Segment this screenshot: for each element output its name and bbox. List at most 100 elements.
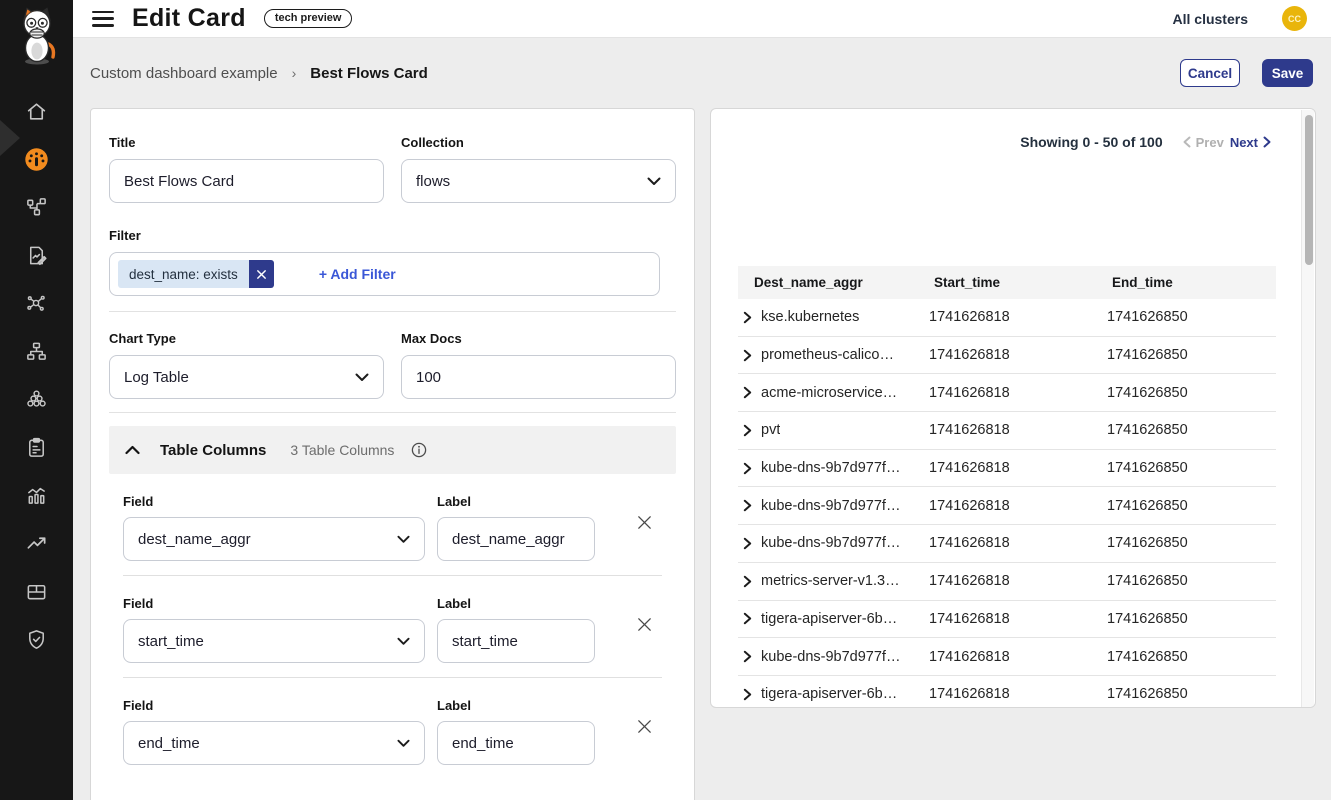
sidebar-item-clusters[interactable] — [0, 375, 73, 423]
field-label: Field — [123, 698, 425, 713]
column-label-input[interactable] — [437, 517, 595, 561]
expand-row-chevron-icon[interactable] — [743, 424, 752, 437]
user-avatar[interactable]: CC — [1282, 6, 1307, 31]
table-row[interactable]: kse.kubernetes 1741626818 1741626850 — [738, 299, 1276, 337]
calico-cat-logo[interactable] — [14, 6, 60, 71]
cell-start-time: 1741626818 — [923, 460, 1101, 476]
home-icon — [25, 100, 48, 123]
table-row[interactable]: kube-dns-9b7d977f… 1741626818 1741626850 — [738, 450, 1276, 488]
expand-row-chevron-icon[interactable] — [743, 499, 752, 512]
expand-row-chevron-icon[interactable] — [743, 575, 752, 588]
document-edit-icon — [25, 244, 48, 267]
remove-filter-icon[interactable] — [249, 260, 274, 288]
table-row[interactable]: tigera-apiserver-6b… 1741626818 17416268… — [738, 601, 1276, 639]
sidebar-item-policies[interactable] — [0, 231, 73, 279]
table-row[interactable]: kube-dns-9b7d977f… 1741626818 1741626850 — [738, 525, 1276, 563]
table-row[interactable]: tigera-apiserver-6b… 1741626818 17416268… — [738, 676, 1276, 708]
cell-end-time: 1741626850 — [1101, 422, 1276, 438]
sidebar-item-compliance[interactable] — [0, 423, 73, 471]
collection-label: Collection — [401, 135, 676, 150]
field-label: Field — [123, 596, 425, 611]
expand-row-chevron-icon[interactable] — [743, 688, 752, 701]
sidebar-item-trends[interactable] — [0, 519, 73, 567]
field-select[interactable]: end_time — [123, 721, 425, 765]
cell-dest-name-aggr: prometheus-calico… — [761, 347, 894, 363]
chart-type-select[interactable]: Log Table — [109, 355, 384, 399]
expand-row-chevron-icon[interactable] — [743, 462, 752, 475]
table-columns-section-header[interactable]: Table Columns 3 Table Columns — [109, 426, 676, 474]
table-column-rows: Field dest_name_aggr Label — [91, 474, 694, 779]
collapse-chevron-icon[interactable] — [125, 445, 140, 455]
sidebar-item-security[interactable] — [0, 615, 73, 663]
sidebar-item-endpoints[interactable] — [0, 279, 73, 327]
cell-start-time: 1741626818 — [923, 347, 1101, 363]
cell-end-time: 1741626850 — [1101, 498, 1276, 514]
chevron-down-icon — [647, 173, 661, 190]
vertical-scrollbar[interactable] — [1301, 110, 1314, 708]
expand-row-chevron-icon[interactable] — [743, 650, 752, 663]
save-button[interactable]: Save — [1262, 59, 1313, 87]
max-docs-input[interactable] — [401, 355, 676, 399]
info-icon[interactable] — [411, 442, 427, 458]
cell-start-time: 1741626818 — [923, 686, 1101, 702]
field-value: start_time — [138, 633, 204, 650]
analytics-chart-icon — [25, 484, 48, 507]
sidebar-item-dashboards[interactable] — [0, 135, 73, 183]
trending-arrow-icon — [25, 532, 48, 555]
prev-page-button[interactable]: Prev — [1183, 135, 1224, 150]
field-value: end_time — [138, 735, 200, 752]
table-row[interactable]: acme-microservice… 1741626818 1741626850 — [738, 374, 1276, 412]
table-row[interactable]: prometheus-calico… 1741626818 1741626850 — [738, 337, 1276, 375]
hamburger-menu-icon[interactable] — [92, 11, 114, 27]
expand-row-chevron-icon[interactable] — [743, 349, 752, 362]
chevron-left-icon — [1183, 136, 1191, 148]
sidebar-item-networks[interactable] — [0, 327, 73, 375]
next-page-button[interactable]: Next — [1230, 135, 1271, 150]
chevron-down-icon — [355, 369, 369, 386]
column-label-input[interactable] — [437, 619, 595, 663]
breadcrumb-parent[interactable]: Custom dashboard example — [90, 65, 278, 82]
field-select[interactable]: start_time — [123, 619, 425, 663]
table-row[interactable]: kube-dns-9b7d977f… 1741626818 1741626850 — [738, 487, 1276, 525]
expand-row-chevron-icon[interactable] — [743, 386, 752, 399]
sidebar-item-logs[interactable] — [0, 471, 73, 519]
remove-column-icon[interactable] — [635, 615, 654, 634]
showing-count-text: Showing 0 - 50 of 100 — [1020, 134, 1162, 150]
expand-row-chevron-icon[interactable] — [743, 311, 752, 324]
cell-end-time: 1741626850 — [1101, 385, 1276, 401]
expand-row-chevron-icon[interactable] — [743, 612, 752, 625]
expand-row-chevron-icon[interactable] — [743, 537, 752, 550]
service-graph-icon — [25, 196, 48, 219]
chart-type-label: Chart Type — [109, 331, 384, 346]
table-row[interactable]: pvt 1741626818 1741626850 — [738, 412, 1276, 450]
title-label: Title — [109, 135, 384, 150]
scrollbar-thumb[interactable] — [1305, 115, 1313, 265]
sidebar — [0, 0, 73, 800]
remove-column-icon[interactable] — [635, 513, 654, 532]
add-filter-link[interactable]: + Add Filter — [319, 266, 396, 282]
cancel-button[interactable]: Cancel — [1180, 59, 1240, 87]
table-row[interactable]: kube-dns-9b7d977f… 1741626818 1741626850 — [738, 638, 1276, 676]
table-column-editor: Field dest_name_aggr Label — [123, 474, 662, 575]
cell-end-time: 1741626850 — [1101, 347, 1276, 363]
cell-dest-name-aggr: metrics-server-v1.3… — [761, 573, 900, 589]
remove-column-icon[interactable] — [635, 717, 654, 736]
sidebar-item-packages[interactable] — [0, 567, 73, 615]
sidebar-item-home[interactable] — [0, 87, 73, 135]
cluster-selector[interactable]: All clusters — [1173, 11, 1248, 27]
preview-panel: Showing 0 - 50 of 100 Prev Next Dest_nam… — [710, 108, 1316, 708]
sidebar-item-service-graph[interactable] — [0, 183, 73, 231]
tech-preview-badge: tech preview — [264, 9, 353, 28]
title-input[interactable] — [109, 159, 384, 203]
column-label-input[interactable] — [437, 721, 595, 765]
chevron-right-icon — [1263, 136, 1271, 148]
field-select[interactable]: dest_name_aggr — [123, 517, 425, 561]
label-label: Label — [437, 698, 595, 713]
cell-dest-name-aggr: pvt — [761, 422, 780, 438]
collection-select[interactable]: flows — [401, 159, 676, 203]
max-docs-label: Max Docs — [401, 331, 676, 346]
col-header-dest-name-aggr: Dest_name_aggr — [754, 275, 934, 290]
chevron-down-icon — [397, 633, 410, 650]
filter-box[interactable]: dest_name: exists + Add Filter — [109, 252, 660, 296]
table-row[interactable]: metrics-server-v1.3… 1741626818 17416268… — [738, 563, 1276, 601]
